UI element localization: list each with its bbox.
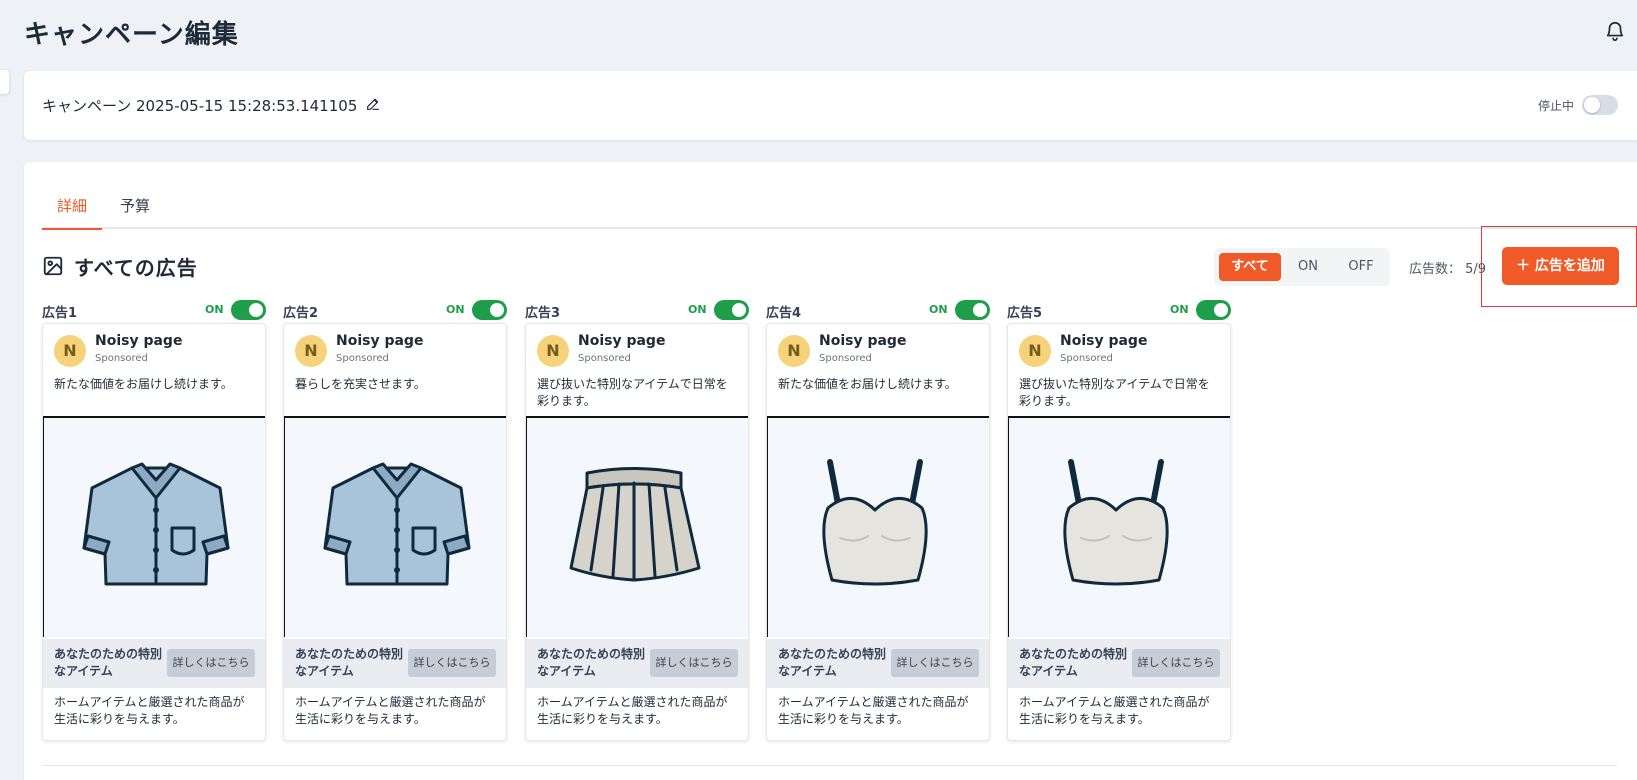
skirt-illustration <box>569 467 701 582</box>
learn-more-button[interactable]: 詳しくはこちら <box>408 649 496 677</box>
ad-label: 広告4 <box>766 306 802 321</box>
ad-description: ホームアイテムと厳選された商品が生活に彩りを与えます。 <box>1019 695 1210 726</box>
ad-preview-card[interactable]: N Noisy page Sponsored 選び抜いた特別なアイテムで日常を彩… <box>1007 323 1231 741</box>
sponsored-label: Sponsored <box>1060 353 1113 364</box>
page-name: Noisy page <box>819 333 907 349</box>
tab-budget[interactable]: 予算 <box>115 195 155 228</box>
ad-description: ホームアイテムと厳選された商品が生活に彩りを与えます。 <box>54 695 245 726</box>
page-name: Noisy page <box>1060 333 1148 349</box>
ad-status-toggle[interactable] <box>1196 300 1231 320</box>
learn-more-button[interactable]: 詳しくはこちら <box>167 649 255 677</box>
bell-icon[interactable] <box>1604 20 1626 42</box>
page-name: Noisy page <box>95 333 183 349</box>
ad-status-label: ON <box>205 303 224 316</box>
ad-description: ホームアイテムと厳選された商品が生活に彩りを与えます。 <box>295 695 486 726</box>
cta-bar: あなたのための特別なアイテム 詳しくはこちら <box>767 639 989 688</box>
bustier-illustration <box>1063 459 1169 586</box>
ad-status-toggle[interactable] <box>714 300 749 320</box>
ad-status-toggle[interactable] <box>472 300 507 320</box>
tab-details[interactable]: 詳細 <box>42 195 102 230</box>
image-icon <box>43 256 63 276</box>
ad-headline: あなたのための特別なアイテム <box>537 647 646 678</box>
campaign-name: キャンペーン 2025-05-15 15:28:53.141105 <box>42 97 358 115</box>
add-ad-highlight-box <box>1481 226 1637 307</box>
ad-preview-card[interactable]: N Noisy page Sponsored 暮らしを充実させます。 あなたのた… <box>283 323 507 741</box>
tab-bar: 詳細 予算 <box>42 190 1637 230</box>
avatar: N <box>1019 335 1051 367</box>
main-card: 詳細 予算 すべての広告 すべて ON OFF 広告数： 5/9 ＋ 広告を追加… <box>24 162 1637 780</box>
bustier-illustration <box>822 459 928 586</box>
ad-preview-card[interactable]: N Noisy page Sponsored 新たな価値をお届けし続けます。 あ… <box>766 323 990 741</box>
ad-column: 広告4 ON N Noisy page Sponsored 新たな価値をお届けし… <box>766 290 990 741</box>
sponsored-label: Sponsored <box>336 353 389 364</box>
ad-label: 広告5 <box>1007 306 1043 321</box>
ad-preview-card[interactable]: N Noisy page Sponsored 選び抜いた特別なアイテムで日常を彩… <box>525 323 749 741</box>
ad-status-label: ON <box>929 303 948 316</box>
learn-more-button[interactable]: 詳しくはこちら <box>650 649 738 677</box>
avatar: N <box>295 335 327 367</box>
sponsored-label: Sponsored <box>578 353 631 364</box>
ad-status-toggle[interactable] <box>955 300 990 320</box>
ad-filter-group: すべて ON OFF <box>1214 248 1390 286</box>
page-title: キャンペーン編集 <box>24 20 239 50</box>
ad-label: 広告1 <box>42 306 78 321</box>
filter-all-button[interactable]: すべて <box>1219 253 1281 281</box>
campaign-status-toggle[interactable] <box>1582 95 1618 115</box>
shirt-illustration <box>323 462 471 586</box>
ad-count-label: 広告数： 5/9 <box>1409 262 1487 277</box>
page-name: Noisy page <box>336 333 424 349</box>
filter-on-button[interactable]: ON <box>1286 253 1330 281</box>
ad-headline: あなたのための特別なアイテム <box>295 647 404 678</box>
filter-off-button[interactable]: OFF <box>1336 253 1386 281</box>
ad-image <box>284 416 506 637</box>
sponsored-label: Sponsored <box>95 353 148 364</box>
shirt-illustration <box>82 462 230 586</box>
ad-column: 広告2 ON N Noisy page Sponsored 暮らしを充実させます… <box>283 290 507 741</box>
ad-image <box>1008 416 1230 637</box>
ad-status-label: ON <box>688 303 707 316</box>
ad-primary-text: 暮らしを充実させます。 <box>295 377 426 391</box>
cta-bar: あなたのための特別なアイテム 詳しくはこちら <box>526 639 748 688</box>
ad-image <box>767 416 989 637</box>
ad-primary-text: 新たな価値をお届けし続けます。 <box>54 377 233 391</box>
avatar: N <box>54 335 86 367</box>
campaign-header-card: キャンペーン 2025-05-15 15:28:53.141105 停止中 <box>24 71 1637 140</box>
campaign-status-label: 停止中 <box>1538 99 1575 113</box>
ad-description: ホームアイテムと厳選された商品が生活に彩りを与えます。 <box>778 695 969 726</box>
ad-label: 広告3 <box>525 306 561 321</box>
ad-column: 広告3 ON N Noisy page Sponsored 選び抜いた特別なアイ… <box>525 290 749 741</box>
section-title: すべての広告 <box>74 256 198 280</box>
cta-bar: あなたのための特別なアイテム 詳しくはこちら <box>284 639 506 688</box>
ad-status-label: ON <box>446 303 465 316</box>
ad-headline: あなたのための特別なアイテム <box>1019 647 1128 678</box>
avatar: N <box>778 335 810 367</box>
cta-bar: あなたのための特別なアイテム 詳しくはこちら <box>43 639 265 688</box>
avatar: N <box>537 335 569 367</box>
ad-description: ホームアイテムと厳選された商品が生活に彩りを与えます。 <box>537 695 728 726</box>
ad-headline: あなたのための特別なアイテム <box>54 647 163 678</box>
ad-status-toggle[interactable] <box>231 300 266 320</box>
ad-primary-text: 選び抜いた特別なアイテムで日常を彩ります。 <box>537 377 728 408</box>
ad-primary-text: 選び抜いた特別なアイテムで日常を彩ります。 <box>1019 377 1210 408</box>
ad-image <box>43 416 265 637</box>
divider <box>42 765 1617 766</box>
ad-primary-text: 新たな価値をお届けし続けます。 <box>778 377 957 391</box>
learn-more-button[interactable]: 詳しくはこちら <box>891 649 979 677</box>
ad-headline: あなたのための特別なアイテム <box>778 647 887 678</box>
ad-image <box>526 416 748 637</box>
ad-column: 広告1 ON N Noisy page Sponsored 新たな価値をお届けし… <box>42 290 266 741</box>
cta-bar: あなたのための特別なアイテム 詳しくはこちら <box>1008 639 1230 688</box>
ad-column: 広告5 ON N Noisy page Sponsored 選び抜いた特別なアイ… <box>1007 290 1231 741</box>
ad-label: 広告2 <box>283 306 319 321</box>
sponsored-label: Sponsored <box>819 353 872 364</box>
page-name: Noisy page <box>578 333 666 349</box>
learn-more-button[interactable]: 詳しくはこちら <box>1132 649 1220 677</box>
sidebar-collapse-handle[interactable] <box>0 70 9 94</box>
ad-status-label: ON <box>1170 303 1189 316</box>
ad-preview-card[interactable]: N Noisy page Sponsored 新たな価値をお届けし続けます。 あ… <box>42 323 266 741</box>
pencil-icon[interactable] <box>365 96 381 112</box>
